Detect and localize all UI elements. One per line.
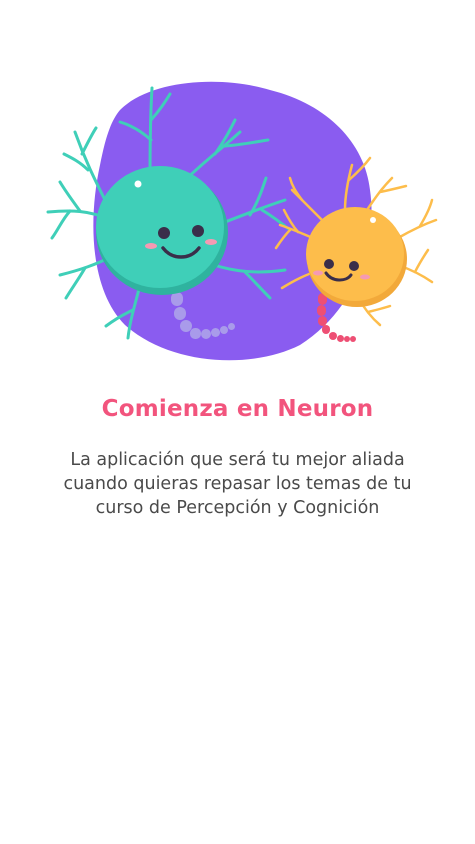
neuron-friends-icon <box>46 81 438 361</box>
yellow-neuron <box>306 207 407 307</box>
onboarding-screen: Comienza en Neuron La aplicación que ser… <box>0 0 475 844</box>
onboarding-title: Comienza en Neuron <box>101 396 374 422</box>
neuron-illustration <box>0 70 475 370</box>
onboarding-description: La aplicación que será tu mejor aliada c… <box>63 450 412 518</box>
